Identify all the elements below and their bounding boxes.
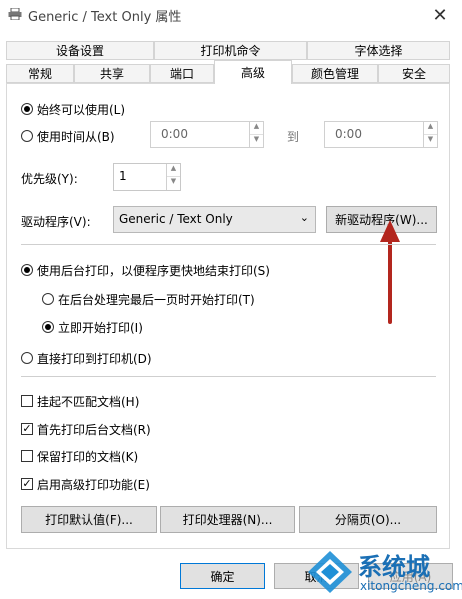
tab-color-management[interactable]: 颜色管理 — [292, 64, 378, 83]
always-available-radio[interactable] — [21, 103, 33, 115]
time-from-stepper[interactable]: ▲ ▼ — [249, 122, 263, 147]
available-from-radio[interactable] — [21, 130, 33, 142]
to-label: 到 — [287, 130, 300, 144]
tab-printer-commands[interactable]: 打印机命令 — [154, 41, 307, 60]
tab-font-selection[interactable]: 字体选择 — [307, 41, 450, 60]
tab-security[interactable]: 安全 — [378, 64, 450, 83]
driver-select[interactable]: Generic / Text Only ⌄ — [113, 206, 316, 233]
driver-label: 驱动程序(V): — [21, 215, 91, 229]
separator-page-button[interactable]: 分隔页(O)... — [299, 506, 437, 533]
hold-mismatched-checkbox[interactable] — [21, 395, 33, 407]
keep-printed-checkbox[interactable] — [21, 450, 33, 462]
hold-mismatched-label: 挂起不匹配文档(H) — [37, 395, 140, 409]
priority-label: 优先级(Y): — [21, 172, 78, 186]
tab-ports[interactable]: 端口 — [150, 64, 214, 83]
chevron-down-icon: ⌄ — [299, 211, 309, 224]
watermark-url: xitongcheng.com — [360, 579, 462, 593]
print-direct-label: 直接打印到打印机(D) — [37, 352, 152, 366]
enable-advanced-checkbox[interactable]: ✓ — [21, 478, 33, 490]
spool-after-last-radio[interactable] — [42, 293, 54, 305]
spool-after-last-label: 在后台处理完最后一页时开始打印(T) — [58, 293, 255, 307]
print-processor-button[interactable]: 打印处理器(N)... — [160, 506, 295, 533]
print-spooled-first-label: 首先打印后台文档(R) — [37, 423, 151, 437]
always-available-label: 始终可以使用(L) — [37, 103, 126, 117]
watermark-brand: 系统城 — [358, 553, 430, 581]
divider — [21, 244, 436, 245]
printer-icon — [8, 8, 22, 20]
divider — [21, 376, 436, 377]
close-button[interactable]: ✕ — [418, 0, 462, 30]
tab-general[interactable]: 常规 — [6, 64, 74, 83]
priority-stepper[interactable]: ▲ ▼ — [166, 164, 180, 190]
keep-printed-label: 保留打印的文档(K) — [37, 450, 139, 464]
title-bar: Generic / Text Only 属性 ✕ — [0, 0, 462, 30]
tab-advanced[interactable]: 高级 — [214, 60, 292, 84]
enable-advanced-label: 启用高级打印功能(E) — [37, 478, 150, 492]
print-direct-radio[interactable] — [21, 352, 33, 364]
brand-logo-icon — [308, 551, 352, 593]
spool-immediately-radio[interactable] — [42, 321, 54, 333]
priority-field[interactable]: 1 ▲ ▼ — [113, 163, 181, 191]
spool-immediately-label: 立即开始打印(I) — [58, 321, 143, 335]
time-from-field[interactable]: 0:00 ▲ ▼ — [150, 121, 264, 148]
available-from-label: 使用时间从(B) — [37, 130, 115, 144]
tab-sharing[interactable]: 共享 — [74, 64, 150, 83]
tab-device-settings[interactable]: 设备设置 — [6, 41, 154, 60]
window-title: Generic / Text Only 属性 — [28, 10, 182, 25]
print-spooled-first-checkbox[interactable]: ✓ — [21, 423, 33, 435]
watermark: 系统城 xitongcheng.com — [300, 545, 462, 599]
time-to-stepper[interactable]: ▲ ▼ — [423, 122, 437, 147]
spool-radio[interactable] — [21, 264, 33, 276]
ok-button[interactable]: 确定 — [180, 563, 265, 589]
time-to-field[interactable]: 0:00 ▲ ▼ — [324, 121, 438, 148]
close-icon: ✕ — [432, 4, 448, 26]
spool-label: 使用后台打印，以便程序更快地结束打印(S) — [37, 264, 270, 278]
arrow-annotation-icon — [380, 220, 400, 324]
printing-defaults-button[interactable]: 打印默认值(F)... — [21, 506, 157, 533]
